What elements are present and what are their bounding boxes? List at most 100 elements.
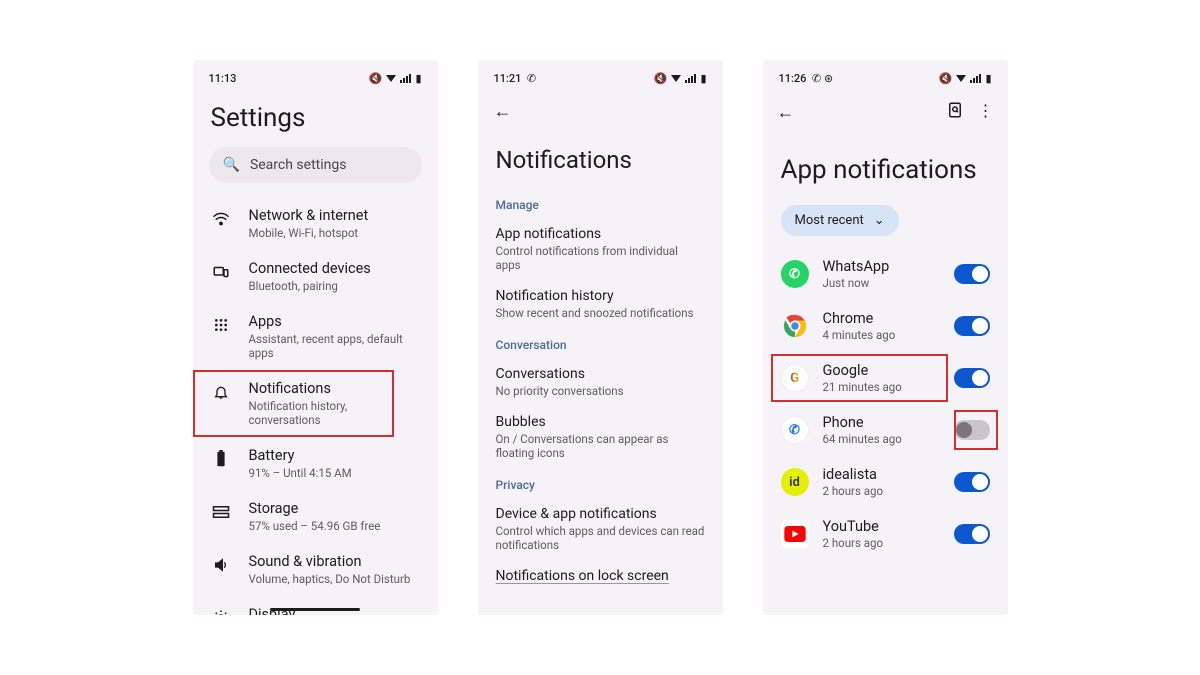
battery-icon: ▮ [700, 72, 706, 85]
item-sub: 91% – Until 4:15 AM [249, 466, 420, 480]
back-button[interactable]: ← [777, 102, 795, 123]
screen-notifications: 11:21 ✆ 🔇 ▮ ← Notifications Manage App n… [478, 60, 723, 615]
app-row-phone[interactable]: ✆ Phone64 minutes ago [763, 404, 1008, 456]
item-sub: Mobile, Wi-Fi, hotspot [249, 226, 420, 240]
page-title: Settings [193, 91, 438, 147]
item-lock-screen[interactable]: Notifications on lock screen [478, 560, 723, 592]
app-sub: Just now [823, 276, 940, 290]
notification-toggle[interactable] [954, 264, 990, 284]
status-time: 11:26 [779, 72, 807, 85]
wifi-icon [211, 209, 231, 229]
item-app-notifications[interactable]: App notifications Control notifications … [478, 218, 723, 280]
chevron-down-icon: ⌄ [874, 213, 885, 228]
item-label: Notifications on lock screen [496, 568, 705, 584]
status-left: 11:21 ✆ [494, 72, 537, 85]
item-label: Network & internet [249, 207, 420, 224]
wifi-icon [956, 75, 966, 82]
item-label: Sound & vibration [249, 553, 420, 570]
item-label: Connected devices [249, 260, 420, 277]
chrome-status-icon: ⊛ [824, 72, 833, 85]
status-left: 11:26 ✆ ⊛ [779, 72, 834, 85]
youtube-app-icon [781, 520, 809, 548]
battery-icon: ▮ [415, 72, 421, 85]
settings-item-apps[interactable]: Apps Assistant, recent apps, default app… [193, 303, 438, 370]
notification-toggle[interactable] [954, 472, 990, 492]
item-notification-history[interactable]: Notification history Show recent and sno… [478, 280, 723, 328]
status-bar: 11:21 ✆ 🔇 ▮ [478, 60, 723, 91]
app-name: Phone [823, 414, 940, 431]
search-in-page-icon[interactable] [946, 101, 964, 123]
screen-app-notifications: 11:26 ✆ ⊛ 🔇 ▮ ← ⋮ App notifications Most… [763, 60, 1008, 615]
back-button[interactable]: ← [494, 101, 512, 122]
item-sub: Notification history, conversations [249, 399, 420, 427]
mute-icon: 🔇 [369, 72, 383, 85]
section-manage: Manage [478, 188, 723, 218]
item-sub: Control notifications from individual ap… [496, 244, 705, 272]
search-icon: 🔍 [223, 157, 240, 173]
display-icon [211, 608, 231, 615]
filter-chip[interactable]: Most recent ⌄ [781, 205, 899, 236]
app-name: YouTube [823, 518, 940, 535]
filter-label: Most recent [795, 213, 864, 228]
settings-item-network[interactable]: Network & internet Mobile, Wi-Fi, hotspo… [193, 197, 438, 250]
screen-settings: 11:13 🔇 ▮ Settings 🔍 Search settings Net… [193, 60, 438, 615]
phone-app-icon: ✆ [781, 416, 809, 444]
item-label: Device & app notifications [496, 506, 705, 522]
chrome-app-icon [781, 312, 809, 340]
item-sub: 57% used – 54.96 GB free [249, 519, 420, 533]
mute-icon: 🔇 [939, 72, 953, 85]
whatsapp-status-icon: ✆ [812, 72, 821, 85]
google-app-icon: G [781, 364, 809, 392]
item-sub: No priority conversations [496, 384, 705, 398]
nav-handle[interactable] [270, 608, 360, 611]
signal-icon [970, 74, 981, 83]
settings-item-connected[interactable]: Connected devices Bluetooth, pairing [193, 250, 438, 303]
battery-icon: ▮ [985, 72, 991, 85]
notification-toggle[interactable] [954, 368, 990, 388]
idealista-app-icon: id [781, 468, 809, 496]
search-placeholder: Search settings [250, 157, 347, 173]
item-sub: Bluetooth, pairing [249, 279, 420, 293]
app-row-whatsapp[interactable]: ✆WhatsAppJust now [763, 248, 1008, 300]
notification-toggle[interactable] [954, 316, 990, 336]
settings-item-notifications[interactable]: Notifications Notification history, conv… [193, 370, 438, 437]
settings-item-sound[interactable]: Sound & vibration Volume, haptics, Do No… [193, 543, 438, 596]
item-label: Battery [249, 447, 420, 464]
app-sub: 64 minutes ago [823, 432, 940, 446]
page-title: Notifications [478, 128, 723, 188]
notification-toggle[interactable] [954, 524, 990, 544]
bell-icon [211, 382, 231, 402]
status-icons: 🔇 ▮ [939, 72, 992, 85]
settings-item-battery[interactable]: Battery 91% – Until 4:15 AM [193, 437, 438, 490]
battery-icon [211, 449, 231, 469]
item-label: Storage [249, 500, 420, 517]
app-name: WhatsApp [823, 258, 940, 275]
app-sub: 4 minutes ago [823, 328, 940, 342]
item-bubbles[interactable]: Bubbles On / Conversations can appear as… [478, 406, 723, 468]
search-input[interactable]: 🔍 Search settings [209, 147, 422, 183]
overflow-menu-icon[interactable]: ⋮ [978, 101, 994, 123]
item-label: Apps [249, 313, 420, 330]
item-device-app-notifications[interactable]: Device & app notifications Control which… [478, 498, 723, 560]
app-name: idealista [823, 466, 940, 483]
devices-icon [211, 262, 231, 282]
app-row-idealista[interactable]: id idealista2 hours ago [763, 456, 1008, 508]
status-bar: 11:13 🔇 ▮ [193, 60, 438, 91]
app-row-google[interactable]: GGoogle21 minutes ago [763, 352, 1008, 404]
signal-icon [685, 74, 696, 83]
app-row-youtube[interactable]: YouTube2 hours ago [763, 508, 1008, 560]
settings-item-storage[interactable]: Storage 57% used – 54.96 GB free [193, 490, 438, 543]
item-label: Notification history [496, 288, 705, 304]
item-conversations[interactable]: Conversations No priority conversations [478, 358, 723, 406]
app-sub: 2 hours ago [823, 536, 940, 550]
settings-item-display[interactable]: Display Dark theme, font size, brightnes… [193, 596, 438, 615]
page-title: App notifications [763, 129, 1008, 199]
item-sub: Assistant, recent apps, default apps [249, 332, 420, 360]
item-sub: Show recent and snoozed notifications [496, 306, 705, 320]
mute-icon: 🔇 [654, 72, 668, 85]
app-row-chrome[interactable]: Chrome4 minutes ago [763, 300, 1008, 352]
notification-toggle[interactable] [954, 420, 990, 440]
status-time: 11:13 [209, 72, 237, 85]
app-sub: 2 hours ago [823, 484, 940, 498]
wifi-icon [386, 75, 396, 82]
